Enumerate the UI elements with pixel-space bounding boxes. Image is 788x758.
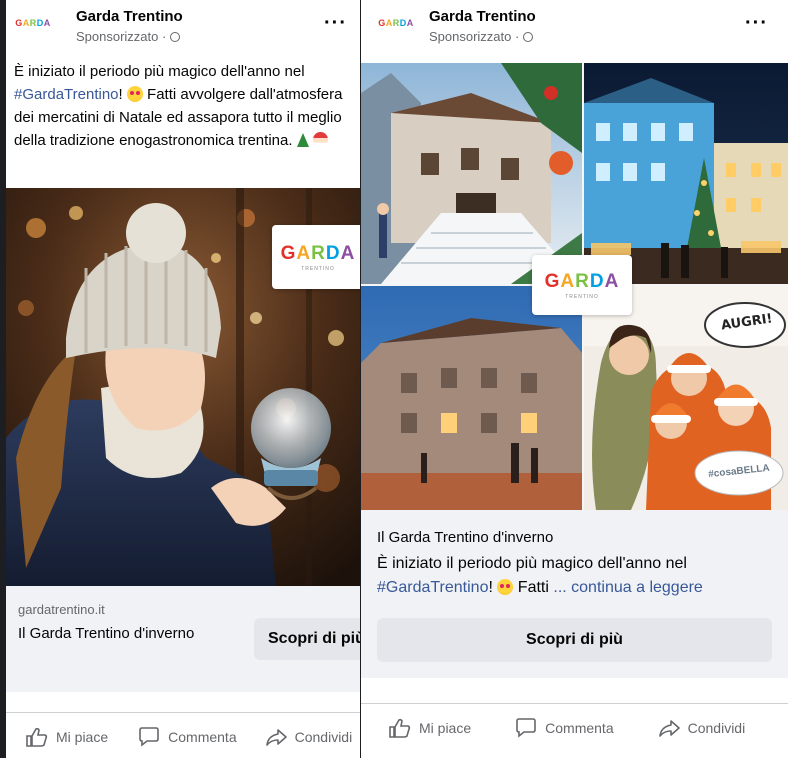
post-header: GARDA Garda Trentino Sponsorizzato · ··· [6, 0, 360, 58]
ad-photo-girl-snow-globe[interactable]: GARDA TRENTINO [6, 188, 360, 586]
hashtag-link[interactable]: #GardaTrentino [14, 86, 119, 103]
globe-icon [169, 32, 180, 42]
comment-icon [516, 717, 536, 738]
share-button[interactable]: Condividi [265, 727, 352, 747]
garda-logo-badge: GARDA TRENTINO [532, 255, 632, 315]
link-title: Il Garda Trentino d'inverno [18, 625, 195, 642]
thumbs-up-icon [389, 718, 411, 738]
page-avatar-logo[interactable]: GARDA [373, 12, 419, 34]
garda-logo-badge: GARDA TRENTINO [272, 225, 360, 289]
see-more-link[interactable]: ... continua a leggere [553, 579, 702, 596]
post-actions-bar: Mi piace Commenta Condividi [6, 712, 360, 758]
post-header: GARDA Garda Trentino Sponsorizzato · ··· [361, 0, 788, 58]
learn-more-button[interactable]: Scopri di più [254, 618, 360, 660]
ad-post-left: GARDA Garda Trentino Sponsorizzato · ···… [6, 0, 360, 758]
share-arrow-icon [658, 719, 680, 737]
share-button[interactable]: Condividi [658, 718, 745, 738]
learn-more-button[interactable]: Scopri di più [377, 618, 772, 662]
globe-icon [522, 32, 533, 42]
more-options-icon[interactable]: ··· [745, 12, 768, 35]
page-avatar-logo[interactable]: GARDA [10, 12, 56, 34]
comment-button[interactable]: Commenta [515, 717, 614, 738]
more-options-icon[interactable]: ··· [324, 12, 347, 35]
sponsored-label: Sponsorizzato · [429, 29, 533, 44]
sponsored-label: Sponsorizzato · [76, 29, 180, 44]
ad-photo-collage[interactable]: AUGRI! #cosaBELLA GARDA TRENTINO [361, 63, 788, 510]
christmas-tree-emoji-icon [296, 133, 309, 147]
heart-eyes-emoji-icon [497, 579, 514, 595]
link-domain: gardatrentino.it [18, 602, 105, 617]
link-preview[interactable]: Il Garda Trentino d'inverno È iniziato i… [361, 510, 788, 678]
santa-emoji-icon [312, 132, 328, 147]
link-title: Il Garda Trentino d'inverno [377, 529, 554, 546]
comment-button[interactable]: Commenta [138, 726, 237, 747]
share-arrow-icon [265, 728, 287, 746]
like-button[interactable]: Mi piace [26, 727, 108, 747]
page-name-link[interactable]: Garda Trentino [76, 8, 183, 25]
like-button[interactable]: Mi piace [389, 718, 471, 738]
post-caption: È iniziato il periodo più magico dell'an… [14, 63, 343, 149]
comment-icon [139, 726, 159, 747]
thumbs-up-icon [26, 727, 48, 747]
link-preview[interactable]: gardatrentino.it Il Garda Trentino d'inv… [6, 586, 360, 692]
hashtag-link[interactable]: #GardaTrentino [377, 579, 488, 596]
heart-eyes-emoji-icon [126, 86, 143, 102]
ad-post-right: GARDA Garda Trentino Sponsorizzato · ··· [361, 0, 788, 758]
post-actions-bar: Mi piace Commenta Condividi [361, 703, 788, 751]
link-description: È iniziato il periodo più magico dell'an… [377, 555, 703, 596]
page-name-link[interactable]: Garda Trentino [429, 8, 536, 25]
